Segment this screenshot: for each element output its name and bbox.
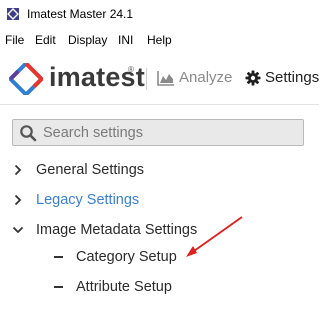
tree-item-category-setup[interactable]: Category Setup [0, 246, 319, 268]
menu-bar: File Edit Display INI Help [0, 30, 319, 50]
toolbar-separator [146, 68, 147, 90]
tree-label-category-setup: Category Setup [76, 249, 177, 265]
tree-label-legacy-settings: Legacy Settings [36, 192, 140, 208]
chevron-right-icon [14, 164, 22, 176]
search-box[interactable] [12, 119, 304, 146]
tree-label-attribute-setup: Attribute Setup [76, 279, 172, 295]
menu-display[interactable]: Display [68, 33, 107, 47]
tree-item-legacy-settings[interactable]: Legacy Settings [0, 189, 319, 211]
chevron-down-icon [12, 226, 24, 234]
tree-dash-icon [54, 256, 63, 258]
toolbar: imatest ® Analyze Settings [0, 52, 319, 104]
menu-help[interactable]: Help [147, 33, 172, 47]
tree-dash-icon [54, 286, 63, 288]
search-input[interactable] [43, 122, 298, 143]
settings-label: Settings [265, 69, 320, 86]
logo-registered-mark: ® [128, 65, 134, 74]
chevron-right-icon [14, 194, 22, 206]
menu-ini[interactable]: INI [118, 33, 133, 47]
menu-file[interactable]: File [5, 33, 24, 47]
tree-item-attribute-setup[interactable]: Attribute Setup [0, 276, 319, 298]
tree-label-general-settings: General Settings [36, 162, 145, 178]
gear-icon [245, 70, 261, 86]
search-icon [20, 125, 37, 142]
imatest-logo-icon [9, 63, 43, 95]
tree-item-general-settings[interactable]: General Settings [0, 159, 319, 181]
title-bar: Imatest Master 24.1 [0, 0, 319, 30]
menu-edit[interactable]: Edit [35, 33, 56, 47]
tree-item-image-metadata-settings[interactable]: Image Metadata Settings [0, 219, 319, 241]
tree-label-image-metadata-settings: Image Metadata Settings [36, 222, 198, 238]
imatest-app-icon [7, 8, 19, 20]
chart-area-icon [157, 71, 174, 86]
toolbar-divider [0, 104, 319, 105]
analyze-label: Analyze [179, 69, 233, 86]
window-title: Imatest Master 24.1 [27, 7, 134, 21]
